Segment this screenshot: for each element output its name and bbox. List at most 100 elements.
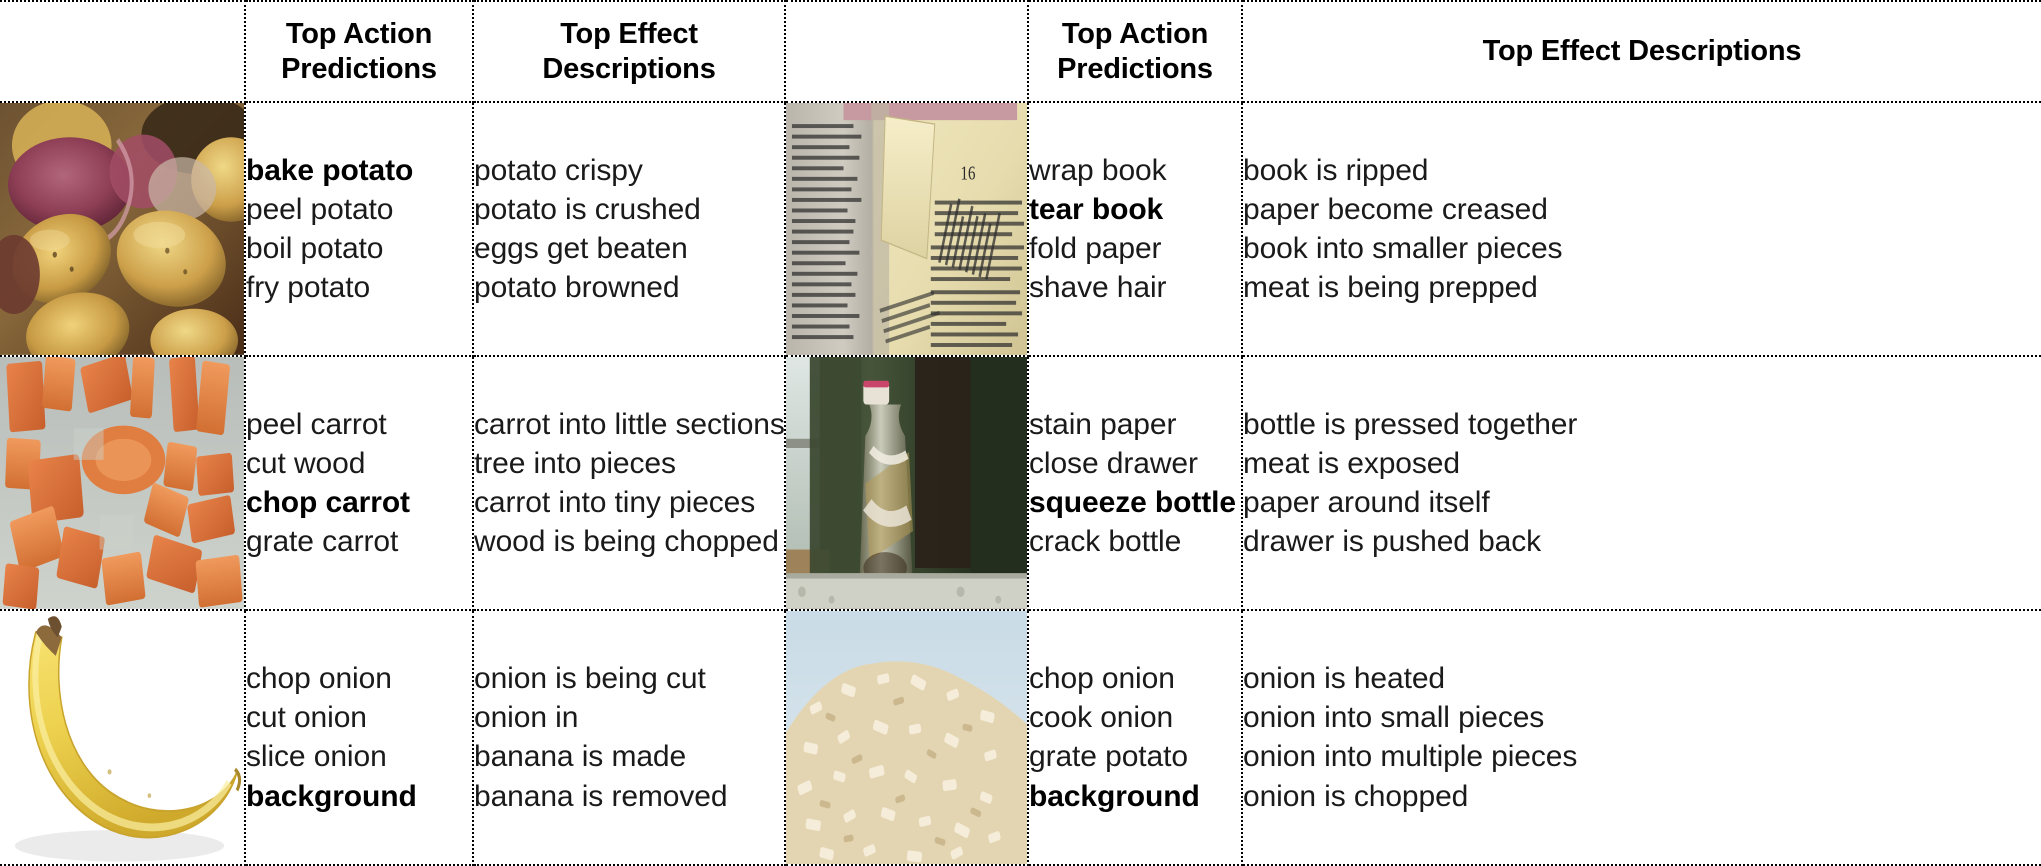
action-predictions-cell: chop onion cook onion grate potato backg… [1027,608,1243,866]
action-item: chop onion [246,662,392,696]
thumbnail-cell: 16 [784,101,1029,357]
action-predictions-cell: chop onion cut onion slice onion backgro… [244,608,474,866]
effect-item: bottle is pressed together [1243,407,1578,441]
action-item: peel potato [246,192,394,226]
action-item: cut onion [246,701,367,735]
action-predictions-cell: wrap book tear book fold paper shave hai… [1027,101,1243,357]
action-item: cut wood [246,446,366,480]
effect-item: potato crispy [474,153,643,187]
potatoes-and-red-onion-photo [0,103,243,354]
header-effect-left: Top Effect Descriptions [472,0,786,103]
effect-item: meat is being prepped [1243,271,1538,305]
effect-item: potato browned [474,271,680,305]
effect-item: onion is chopped [1243,779,1469,813]
action-list: chop onion cut onion slice onion backgro… [246,659,472,816]
effect-list: onion is being cut onion in banana is ma… [474,659,784,816]
action-item: chop onion [1029,662,1175,696]
effect-item: onion in [474,701,579,735]
action-list: stain paper close drawer squeeze bottle … [1029,405,1241,562]
effect-item: onion is being cut [474,662,706,696]
action-item: chop carrot [246,485,410,519]
action-item: squeeze bottle [1029,485,1236,519]
header-action-right-line1: Top Action [1061,18,1209,51]
effect-list: onion is heated onion into small pieces … [1243,659,2041,816]
chopped-carrots-photo [0,357,243,608]
action-item: boil potato [246,231,384,265]
effect-item: book into smaller pieces [1243,231,1563,265]
action-item: crack bottle [1029,524,1182,558]
header-action-right: Top Action Predictions [1027,0,1243,103]
effect-descriptions-cell: onion is being cut onion in banana is ma… [472,608,786,866]
action-item: background [1029,779,1200,813]
header-effect-right: Top Effect Descriptions [1241,0,2041,103]
effect-item: eggs get beaten [474,231,688,265]
banana-on-white-photo [0,611,243,863]
effect-item: meat is exposed [1243,446,1460,480]
action-item: grate carrot [246,524,399,558]
effect-item: onion is heated [1243,662,1445,696]
action-predictions-cell: bake potato peel potato boil potato fry … [244,101,474,357]
effect-item: onion into small pieces [1243,701,1545,735]
table-row: peel carrot cut wood chop carrot grate c… [0,354,2041,611]
action-list: peel carrot cut wood chop carrot grate c… [246,405,472,562]
action-item: shave hair [1029,271,1167,305]
effect-item: paper around itself [1243,485,1490,519]
action-predictions-cell: stain paper close drawer squeeze bottle … [1027,354,1243,611]
effect-list: bottle is pressed together meat is expos… [1243,405,2041,562]
header-action-left-line1: Top Action [285,18,433,51]
effect-item: book is ripped [1243,153,1429,187]
action-item: stain paper [1029,407,1177,441]
table-header-row: Top Action Predictions Top Effect Descri… [0,0,2041,103]
effect-descriptions-cell: potato crispy potato is crushed eggs get… [472,101,786,357]
thumbnail-cell [0,608,246,866]
action-item: slice onion [246,740,387,774]
effect-list: carrot into little sections tree into pi… [474,405,785,562]
action-predictions-cell: peel carrot cut wood chop carrot grate c… [244,354,474,611]
action-item: close drawer [1029,446,1198,480]
action-item: bake potato [246,153,414,187]
table-row: chop onion cut onion slice onion backgro… [0,608,2041,866]
table-row: bake potato peel potato boil potato fry … [0,101,2041,357]
effect-list: potato crispy potato is crushed eggs get… [474,151,784,308]
effect-list: book is ripped paper become creased book… [1243,151,2041,308]
effect-item: tree into pieces [474,446,676,480]
action-item: fry potato [246,271,371,305]
effect-item: paper become creased [1243,192,1548,226]
header-action-left-line2: Predictions [281,52,437,85]
effect-item: carrot into little sections [474,407,785,441]
action-item: background [246,779,417,813]
effect-item: onion into multiple pieces [1243,740,1578,774]
action-item: grate potato [1029,740,1188,774]
predictions-table-figure: Top Action Predictions Top Effect Descri… [0,0,2041,866]
effect-descriptions-cell: book is ripped paper become creased book… [1241,101,2041,357]
soda-bottle-by-window-photo [787,357,1026,608]
open-book-with-torn-page-photo: 16 [787,103,1026,354]
header-action-left: Top Action Predictions [244,0,474,103]
action-list: chop onion cook onion grate potato backg… [1029,659,1241,816]
thumbnail-cell [0,101,246,357]
effect-item: banana is made [474,740,687,774]
thumbnail-cell [0,354,246,611]
predictions-table: Top Action Predictions Top Effect Descri… [0,0,2041,866]
effect-item: potato is crushed [474,192,701,226]
header-image-right [784,0,1029,103]
action-item: peel carrot [246,407,387,441]
table-body: bake potato peel potato boil potato fry … [0,101,2041,866]
action-item: wrap book [1029,153,1167,187]
action-list: bake potato peel potato boil potato fry … [246,151,472,308]
pile-of-dried-onion-flakes-photo [787,611,1026,863]
effect-descriptions-cell: bottle is pressed together meat is expos… [1241,354,2041,611]
effect-descriptions-cell: carrot into little sections tree into pi… [472,354,786,611]
effect-descriptions-cell: onion is heated onion into small pieces … [1241,608,2041,866]
thumbnail-cell [784,608,1029,866]
action-item: fold paper [1029,231,1162,265]
effect-item: carrot into tiny pieces [474,485,756,519]
header-action-right-line2: Predictions [1057,52,1213,85]
action-list: wrap book tear book fold paper shave hai… [1029,151,1241,308]
effect-item: drawer is pushed back [1243,524,1542,558]
action-item: cook onion [1029,701,1174,735]
thumbnail-cell [784,354,1029,611]
header-image-left [0,0,246,103]
effect-item: wood is being chopped [474,524,779,558]
svg-text:16: 16 [961,161,976,184]
